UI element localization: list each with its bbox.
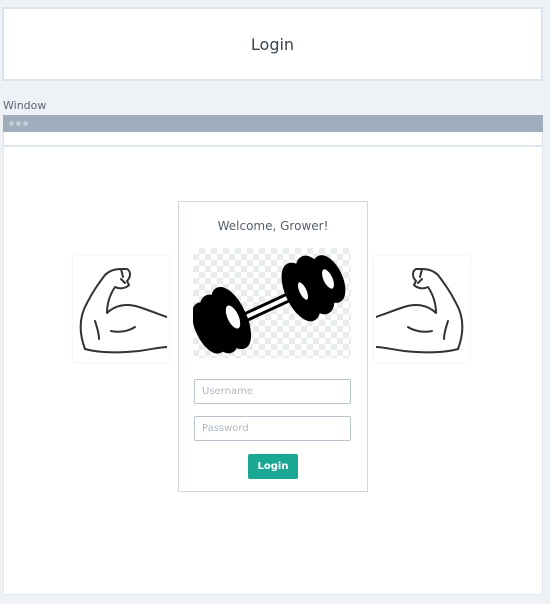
dumbbell-icon [192, 255, 346, 354]
flexed-arm-icon [376, 268, 464, 354]
welcome-heading: Welcome, Grower! [217, 219, 329, 233]
dumbbell-image [192, 248, 351, 358]
password-input[interactable] [194, 416, 351, 441]
flexed-arm-icon [79, 268, 167, 354]
login-button[interactable]: Login [248, 454, 298, 479]
window-toolbar [3, 132, 543, 146]
login-card: Welcome, Grower! Login [178, 201, 368, 492]
window-control-dot[interactable] [9, 121, 14, 126]
window-control-dot[interactable] [16, 121, 21, 126]
window-label: Window [3, 99, 47, 112]
username-input[interactable] [194, 379, 351, 404]
flexed-arm-left [73, 256, 169, 362]
flexed-arm-right [374, 256, 470, 362]
window-control-dot[interactable] [23, 121, 28, 126]
page-title: Login [250, 34, 295, 54]
page-header: Login [2, 7, 543, 81]
window-titlebar[interactable] [3, 115, 543, 132]
